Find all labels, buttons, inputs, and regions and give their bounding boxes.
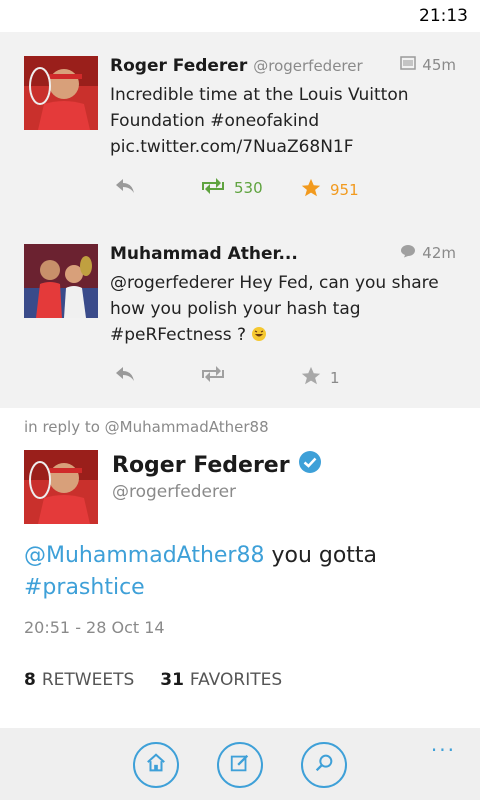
author-name[interactable]: Roger Federer [112, 450, 322, 480]
mention-link[interactable]: @MuhammadAther88 [24, 543, 264, 568]
tweet-text: @MuhammadAther88 you gotta #prashtice [24, 543, 378, 600]
favorites-stat[interactable]: 31 FAVORITES [160, 670, 282, 690]
star-icon [300, 177, 322, 203]
tweet-text: Incredible time at the Louis Vuitton Fou… [110, 85, 409, 157]
more-menu-button[interactable]: ... [431, 732, 456, 756]
reply-bubble-icon [400, 244, 416, 262]
favorite-button[interactable]: 951 [300, 177, 359, 203]
author-handle: @rogerfederer [253, 57, 363, 75]
retweet-count: 530 [234, 179, 263, 197]
tweet-actions: 1 [110, 365, 470, 391]
favorite-button[interactable]: 1 [300, 365, 340, 391]
tweet-time: 42m [422, 244, 456, 262]
retweets-stat[interactable]: 8 RETWEETS [24, 670, 134, 690]
avatar[interactable] [24, 56, 98, 130]
reply-button[interactable] [114, 365, 136, 387]
favorite-count: 1 [330, 369, 340, 387]
home-button[interactable] [133, 742, 179, 788]
retweet-button[interactable] [200, 365, 226, 387]
avatar[interactable] [24, 450, 98, 524]
reply-icon [114, 365, 136, 387]
reply-button[interactable] [114, 177, 136, 199]
tweet-meta: 42m [400, 244, 456, 262]
media-icon [400, 56, 417, 74]
search-button[interactable] [301, 742, 347, 788]
star-icon [300, 365, 322, 391]
reply-icon [114, 177, 136, 199]
compose-icon [229, 752, 251, 778]
clock: 21:13 [419, 6, 468, 26]
tweet-actions: 530 951 [110, 177, 470, 203]
tweet-text: @rogerfederer Hey Fed, can you share how… [110, 273, 439, 345]
timeline-tweet[interactable]: Roger Federer @rogerfederer 45m Incredibl… [0, 32, 480, 220]
in-reply-to-link[interactable]: in reply to @MuhammadAther88 [24, 418, 269, 436]
compose-button[interactable] [217, 742, 263, 788]
avatar[interactable] [24, 244, 98, 318]
hashtag-link[interactable]: #prashtice [24, 575, 145, 600]
home-icon [145, 752, 167, 778]
tweet-timestamp: 20:51 - 28 Oct 14 [24, 618, 165, 637]
laughing-emoji-icon [251, 325, 267, 345]
tweet-detail: in reply to @MuhammadAther88 Roger Feder… [0, 408, 480, 728]
tweet-time: 45m [422, 56, 456, 74]
verified-badge-icon [298, 450, 322, 480]
retweet-icon [200, 365, 226, 387]
author-name[interactable]: Muhammad Ather... [110, 244, 298, 264]
app-bar: ... [0, 728, 480, 800]
tweet-meta: 45m [400, 56, 456, 74]
retweet-icon [200, 177, 226, 199]
timeline-tweet[interactable]: Muhammad Ather... 42m @rogerfederer Hey … [0, 220, 480, 408]
author-name[interactable]: Roger Federer @rogerfederer [110, 56, 363, 76]
favorite-count: 951 [330, 181, 359, 199]
search-icon [313, 752, 335, 778]
author-handle: @rogerfederer [112, 482, 237, 502]
status-bar: 21:13 [0, 0, 480, 32]
retweet-button[interactable]: 530 [200, 177, 263, 199]
tweet-stats: 8 RETWEETS 31 FAVORITES [24, 670, 282, 690]
